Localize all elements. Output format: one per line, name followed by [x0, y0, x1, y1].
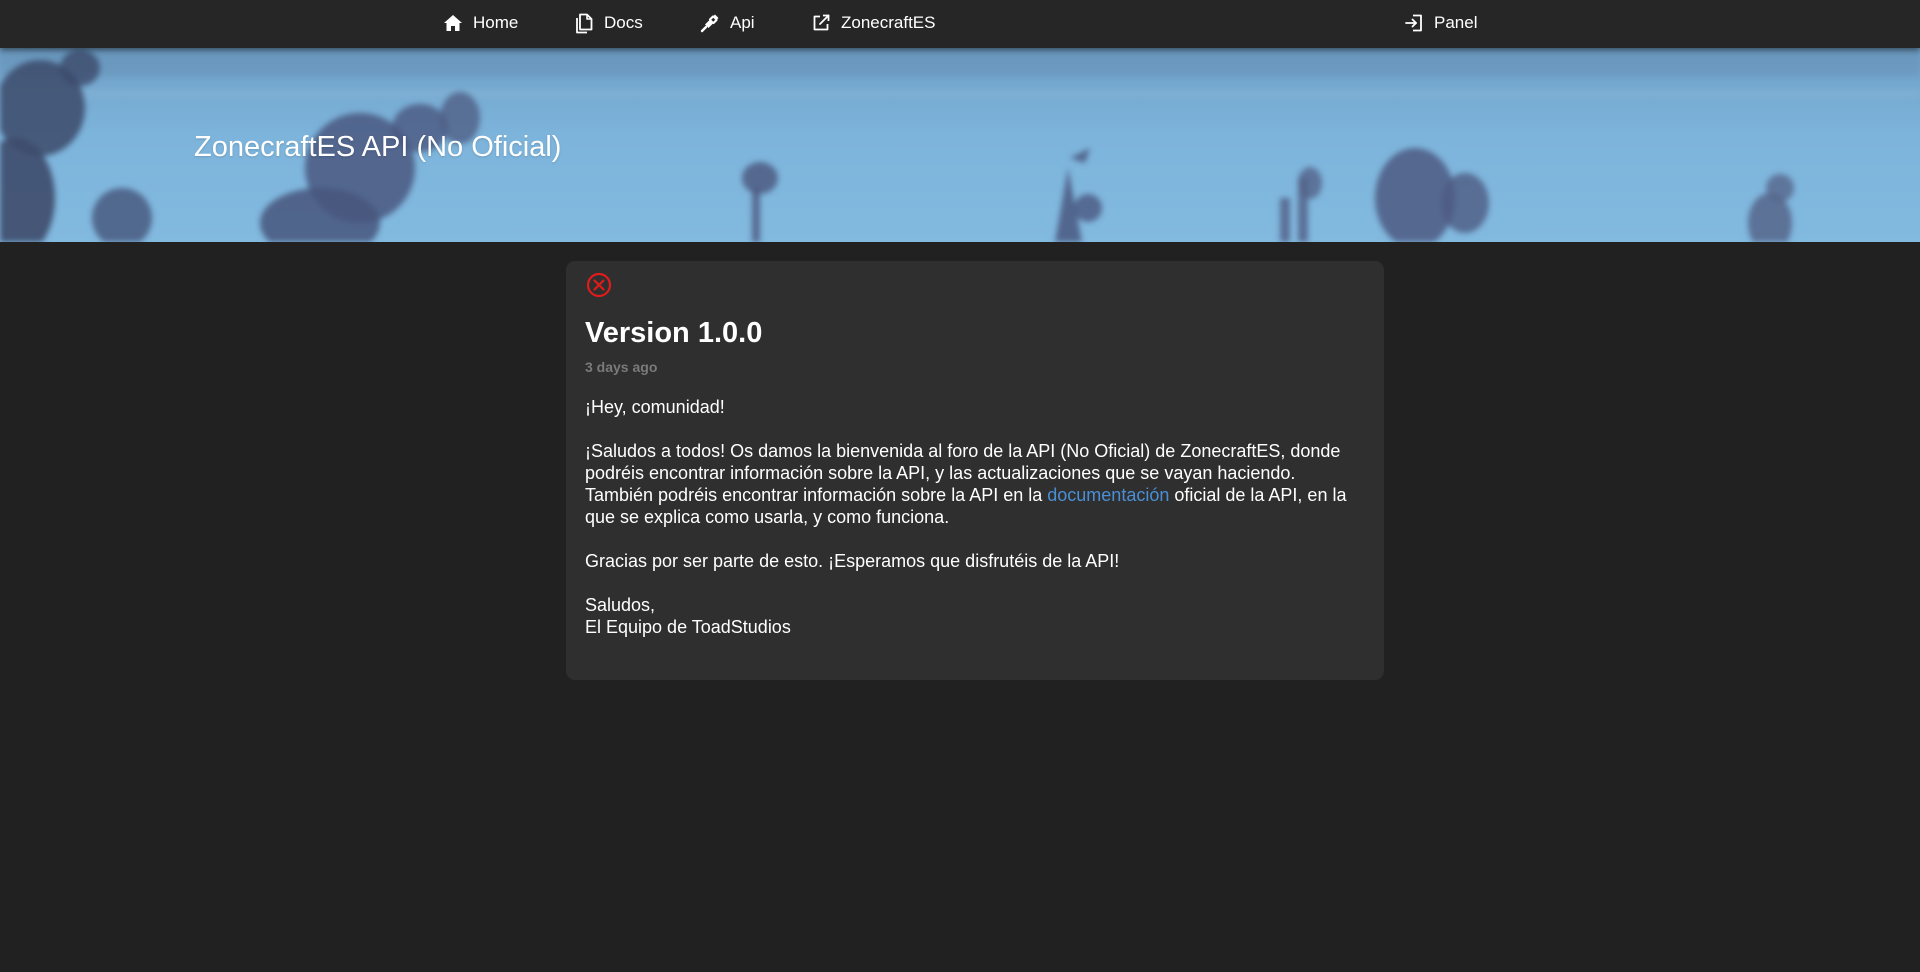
post-greeting: ¡Hey, comunidad! [585, 397, 725, 417]
error-circle-x-icon [586, 272, 612, 298]
documentation-link[interactable]: documentación [1047, 485, 1169, 505]
nav-docs-label: Docs [604, 12, 643, 32]
nav-zonecraft-link[interactable]: ZonecraftES [811, 0, 936, 45]
post-paragraph-welcome: ¡Saludos a todos! Os damos la bienvenida… [585, 441, 1341, 483]
nav-zonecraft-label: ZonecraftES [841, 12, 936, 32]
home-icon [443, 14, 463, 32]
login-icon [1404, 13, 1424, 33]
top-navbar: Home Docs Api ZonecraftES Panel [0, 0, 1920, 48]
hero-banner: ZonecraftES API (No Oficial) [0, 48, 1920, 242]
post-title: Version 1.0.0 [585, 317, 763, 349]
post-body: ¡Hey, comunidad! ¡Saludos a todos! Os da… [585, 396, 1375, 638]
post-paragraph-docs: También podréis encontrar información so… [585, 484, 1375, 528]
nav-api-link[interactable]: Api [700, 0, 755, 45]
nav-home-link[interactable]: Home [443, 0, 518, 45]
nav-panel-label: Panel [1434, 12, 1478, 32]
post-timestamp: 3 days ago [585, 359, 658, 375]
announcement-card: Version 1.0.0 3 days ago ¡Hey, comunidad… [566, 261, 1384, 680]
post-signature: El Equipo de ToadStudios [585, 617, 791, 637]
nav-panel-link[interactable]: Panel [1404, 0, 1477, 45]
plug-icon [700, 13, 720, 33]
post-paragraph-thanks: Gracias por ser parte de esto. ¡Esperamo… [585, 551, 1120, 571]
post-signoff: Saludos, [585, 595, 656, 615]
docs-icon [574, 12, 594, 34]
nav-api-label: Api [730, 12, 755, 32]
page-title: ZonecraftES API (No Oficial) [194, 131, 562, 163]
external-link-icon [811, 13, 831, 33]
nav-home-label: Home [473, 12, 519, 32]
post-paragraph-docs-before: También podréis encontrar información so… [585, 485, 1048, 505]
nav-docs-link[interactable]: Docs [574, 0, 643, 45]
